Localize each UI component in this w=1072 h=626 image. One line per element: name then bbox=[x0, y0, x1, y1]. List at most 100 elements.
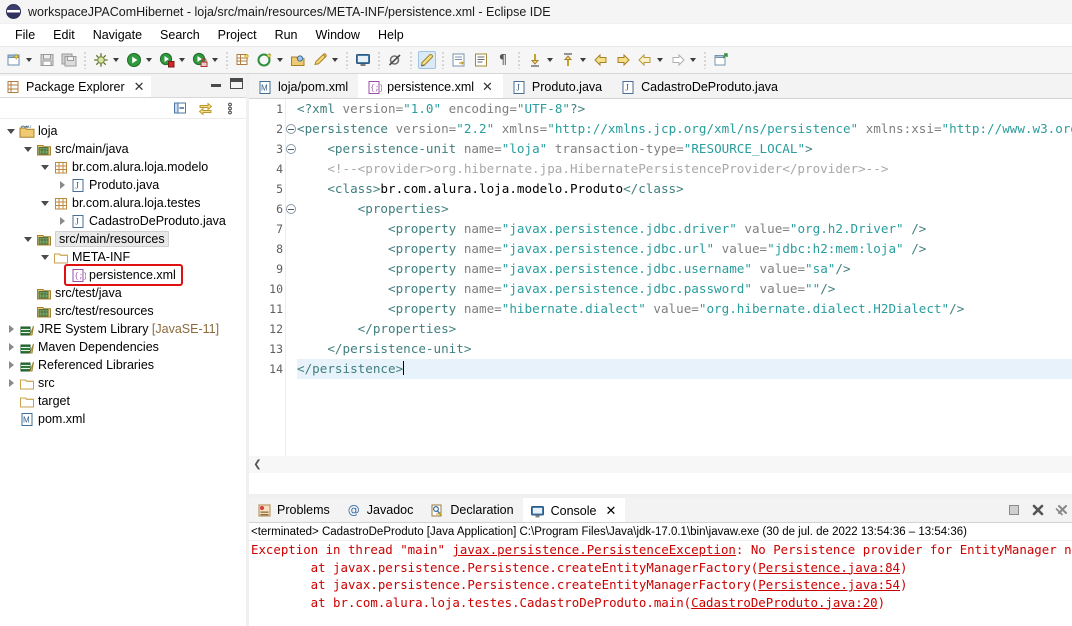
close-icon[interactable]: ✕ bbox=[482, 79, 493, 95]
project-tree[interactable]: MJlojasrc/main/javabr.com.alura.loja.mod… bbox=[0, 119, 246, 624]
chevron-right-icon[interactable] bbox=[55, 178, 69, 192]
chevron-down-icon[interactable] bbox=[274, 51, 285, 69]
toolbar-debug-button[interactable] bbox=[90, 48, 123, 72]
scroll-track[interactable] bbox=[266, 458, 1072, 471]
toolbar-next-annotation-button[interactable] bbox=[524, 48, 557, 72]
chevron-down-icon[interactable] bbox=[544, 51, 555, 69]
collapse-all-icon[interactable] bbox=[172, 100, 188, 116]
tree-item-br-com-alura-loja-testes[interactable]: br.com.alura.loja.testes bbox=[0, 194, 246, 212]
chevron-right-icon[interactable] bbox=[55, 214, 69, 228]
code-editor[interactable]: 1234567891011121314 <?xml version="1.0" … bbox=[249, 99, 1072, 473]
toolbar-toggle-markoccurrences-button[interactable] bbox=[448, 48, 470, 72]
chevron-down-icon[interactable] bbox=[21, 142, 35, 156]
coverage-icon[interactable] bbox=[158, 51, 176, 69]
stacktrace-link[interactable]: Persistence.java:84 bbox=[758, 560, 900, 575]
chevron-down-icon[interactable] bbox=[38, 250, 52, 264]
tree-item-target[interactable]: target bbox=[0, 392, 246, 410]
tree-item-pom-xml[interactable]: Mpom.xml bbox=[0, 410, 246, 428]
toolbar-quick-access-button[interactable] bbox=[309, 48, 342, 72]
prev-annotation-icon[interactable] bbox=[559, 51, 577, 69]
tree-item-src-test-resources[interactable]: src/test/resources bbox=[0, 302, 246, 320]
toolbar-save-all-button[interactable] bbox=[58, 48, 80, 72]
tree-item-br-com-alura-loja-modelo[interactable]: br.com.alura.loja.modelo bbox=[0, 158, 246, 176]
close-icon[interactable]: ✕ bbox=[605, 503, 616, 519]
chevron-right-icon[interactable] bbox=[4, 340, 18, 354]
new-window-icon[interactable] bbox=[712, 51, 730, 69]
back-arrow-icon[interactable] bbox=[592, 51, 610, 69]
editor-horizontal-scrollbar[interactable]: ❮ bbox=[249, 456, 1072, 473]
tree-item-meta-inf[interactable]: META-INF bbox=[0, 248, 246, 266]
menu-edit[interactable]: Edit bbox=[44, 26, 84, 44]
tree-item-src-test-java[interactable]: src/test/java bbox=[0, 284, 246, 302]
tree-item-cadastrodeproduto-java[interactable]: JCadastroDeProduto.java bbox=[0, 212, 246, 230]
maximize-icon[interactable] bbox=[230, 78, 243, 89]
next-annotation-icon[interactable] bbox=[526, 51, 544, 69]
chevron-right-icon[interactable] bbox=[4, 376, 18, 390]
console-tab-declaration[interactable]: Declaration bbox=[422, 498, 522, 522]
editor-tab-cadastrodeproduto-java[interactable]: JCadastroDeProduto.java bbox=[612, 74, 788, 98]
toolbar-save-button[interactable] bbox=[36, 48, 58, 72]
editor-tab-produto-java[interactable]: JProduto.java bbox=[503, 74, 612, 98]
save-all-icon[interactable] bbox=[60, 51, 78, 69]
chevron-down-icon[interactable] bbox=[209, 51, 220, 69]
toolbar-back-history-button[interactable] bbox=[634, 48, 667, 72]
toolbar-pilcrow-button[interactable]: ¶ bbox=[492, 48, 514, 72]
editor-tab-persistence-xml[interactable]: {;}persistence.xml✕ bbox=[358, 74, 503, 98]
stacktrace-link[interactable]: javax.persistence.PersistenceException bbox=[452, 542, 735, 557]
code-content[interactable]: <?xml version="1.0" encoding="UTF-8"?><p… bbox=[297, 99, 1072, 473]
menu-search[interactable]: Search bbox=[151, 26, 209, 44]
open-type-icon[interactable] bbox=[289, 51, 307, 69]
chevron-down-icon[interactable] bbox=[21, 232, 35, 246]
chevron-right-icon[interactable] bbox=[4, 322, 18, 336]
run-icon[interactable] bbox=[125, 51, 143, 69]
scroll-left-icon[interactable]: ❮ bbox=[249, 456, 266, 473]
new-wizard-icon[interactable] bbox=[5, 51, 23, 69]
new-annotation-icon[interactable] bbox=[256, 51, 274, 69]
menu-navigate[interactable]: Navigate bbox=[84, 26, 151, 44]
stacktrace-link[interactable]: Persistence.java:54 bbox=[758, 577, 900, 592]
toggle-markoccurrences-icon[interactable] bbox=[450, 51, 468, 69]
fold-collapse-icon[interactable] bbox=[286, 144, 296, 154]
chevron-down-icon[interactable] bbox=[687, 51, 698, 69]
quick-access-icon[interactable] bbox=[311, 51, 329, 69]
tree-item-persistence-xml[interactable]: {;}persistence.xml bbox=[0, 266, 246, 284]
close-icon[interactable]: ✕ bbox=[134, 79, 145, 95]
menu-run[interactable]: Run bbox=[266, 26, 307, 44]
remove-all-terminated-icon[interactable] bbox=[1053, 501, 1070, 518]
chevron-down-icon[interactable] bbox=[38, 196, 52, 210]
menu-window[interactable]: Window bbox=[307, 26, 369, 44]
chevron-down-icon[interactable] bbox=[110, 51, 121, 69]
save-icon[interactable] bbox=[38, 51, 56, 69]
tree-item-referenced-libraries[interactable]: Referenced Libraries bbox=[0, 356, 246, 374]
debug-icon[interactable] bbox=[92, 51, 110, 69]
toolbar-show-whitespace-button[interactable] bbox=[470, 48, 492, 72]
minimize-icon[interactable] bbox=[210, 79, 222, 89]
menu-help[interactable]: Help bbox=[369, 26, 413, 44]
toolbar-highlight-pen-button[interactable] bbox=[416, 48, 438, 72]
tab-package-explorer[interactable]: Package Explorer ✕ bbox=[0, 74, 151, 97]
chevron-down-icon[interactable] bbox=[143, 51, 154, 69]
toolbar-forward-arrow-button[interactable] bbox=[612, 48, 634, 72]
link-with-editor-icon[interactable] bbox=[197, 100, 213, 116]
toolbar-run-external-tools-button[interactable] bbox=[189, 48, 222, 72]
highlight-pen-icon[interactable] bbox=[418, 51, 436, 69]
chevron-down-icon[interactable] bbox=[329, 51, 340, 69]
pilcrow-icon[interactable]: ¶ bbox=[494, 51, 512, 69]
console-output[interactable]: Exception in thread "main" javax.persist… bbox=[249, 541, 1072, 611]
menu-file[interactable]: File bbox=[6, 26, 44, 44]
tree-item-src-main-java[interactable]: src/main/java bbox=[0, 140, 246, 158]
console-tab-console[interactable]: Console✕ bbox=[523, 498, 626, 522]
toolbar-back-arrow-button[interactable] bbox=[590, 48, 612, 72]
console-tab-javadoc[interactable]: @Javadoc bbox=[339, 498, 423, 522]
tree-item-src-main-resources[interactable]: src/main/resources bbox=[0, 230, 246, 248]
chevron-down-icon[interactable] bbox=[176, 51, 187, 69]
new-java-package-icon[interactable] bbox=[234, 51, 252, 69]
view-menu-icon[interactable] bbox=[222, 100, 238, 116]
toolbar-new-wizard-button[interactable] bbox=[3, 48, 36, 72]
editor-tab-loja-pom-xml[interactable]: Mloja/pom.xml bbox=[249, 74, 358, 98]
toolbar-new-java-package-button[interactable] bbox=[232, 48, 254, 72]
toolbar-forward-history-button[interactable] bbox=[667, 48, 700, 72]
run-external-tools-icon[interactable] bbox=[191, 51, 209, 69]
toolbar-new-window-button[interactable] bbox=[710, 48, 732, 72]
tree-item-produto-java[interactable]: JProduto.java bbox=[0, 176, 246, 194]
